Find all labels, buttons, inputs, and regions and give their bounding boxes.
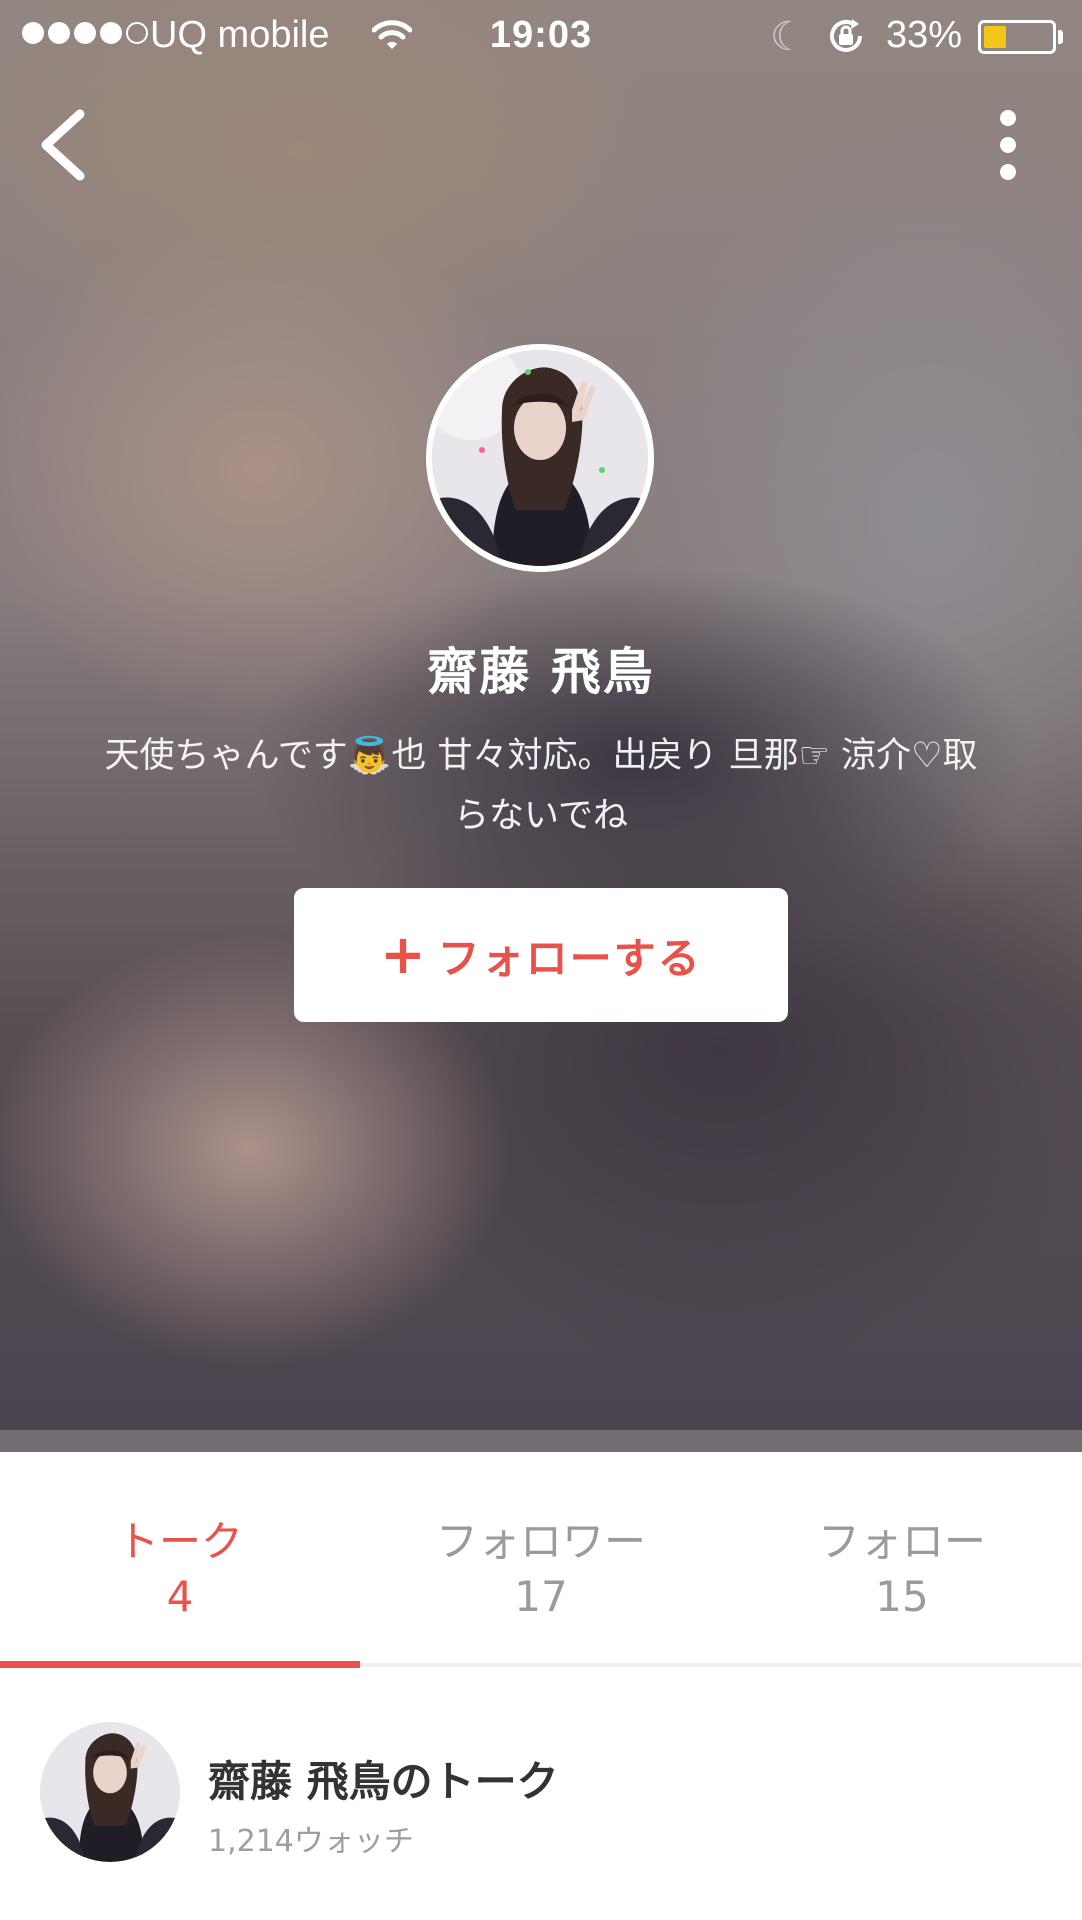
tab-talk[interactable]: トーク 4 xyxy=(0,1452,360,1667)
follow-button[interactable]: + フォローする xyxy=(294,888,788,1022)
tab-followers[interactable]: フォロワー 17 xyxy=(361,1452,721,1667)
more-options-button[interactable] xyxy=(980,100,1036,190)
profile-bio: 天使ちゃんです👼也 甘々対応。出戻り 旦那☞ 涼介♡取 らないでね xyxy=(40,726,1042,846)
header-bottom-strip xyxy=(0,1430,1082,1452)
battery-fill xyxy=(984,26,1006,48)
profile-name: 齋藤 飛鳥 xyxy=(427,643,655,701)
tab-active-indicator xyxy=(0,1661,360,1668)
battery-icon xyxy=(978,20,1056,54)
rotation-lock-icon xyxy=(826,16,866,66)
talk-title: 齋藤 飛鳥のトーク xyxy=(208,1757,559,1806)
plus-icon: + xyxy=(380,923,428,986)
avatar-photo xyxy=(432,350,648,566)
talk-watch-count: 1,214ウォッチ xyxy=(208,1824,414,1859)
more-dot xyxy=(1000,164,1016,180)
more-dot xyxy=(1000,137,1016,153)
moon-icon: ☾ xyxy=(770,15,806,59)
back-button[interactable] xyxy=(30,100,100,190)
tab-label: フォロー xyxy=(817,1517,986,1566)
chevron-left-icon xyxy=(41,109,85,181)
tab-count: 15 xyxy=(875,1572,929,1621)
battery-tip xyxy=(1058,30,1063,44)
follow-button-label: フォローする xyxy=(437,933,702,983)
profile-bio-line-1: 天使ちゃんです👼也 甘々対応。出戻り 旦那☞ 涼介♡取 xyxy=(104,736,978,776)
tab-following[interactable]: フォロー 15 xyxy=(722,1452,1082,1667)
status-bar: UQ mobile 19:03 ☾ 33% xyxy=(0,0,1082,70)
tab-count: 4 xyxy=(166,1572,194,1621)
tab-count: 17 xyxy=(514,1572,568,1621)
profile-avatar[interactable] xyxy=(426,344,654,572)
tab-label: フォロワー xyxy=(435,1517,646,1566)
more-dot xyxy=(1000,110,1016,126)
profile-bio-line-2: らないでね xyxy=(454,796,628,836)
profile-tabs: トーク 4 フォロワー 17 フォロー 15 xyxy=(0,1452,1082,1667)
talk-avatar xyxy=(40,1722,180,1862)
battery-percentage: 33% xyxy=(886,14,963,56)
list-item[interactable]: 齋藤 飛鳥のトーク 1,214ウォッチ xyxy=(0,1668,1082,1920)
avatar-photo xyxy=(40,1722,180,1862)
tab-label: トーク xyxy=(116,1517,243,1566)
